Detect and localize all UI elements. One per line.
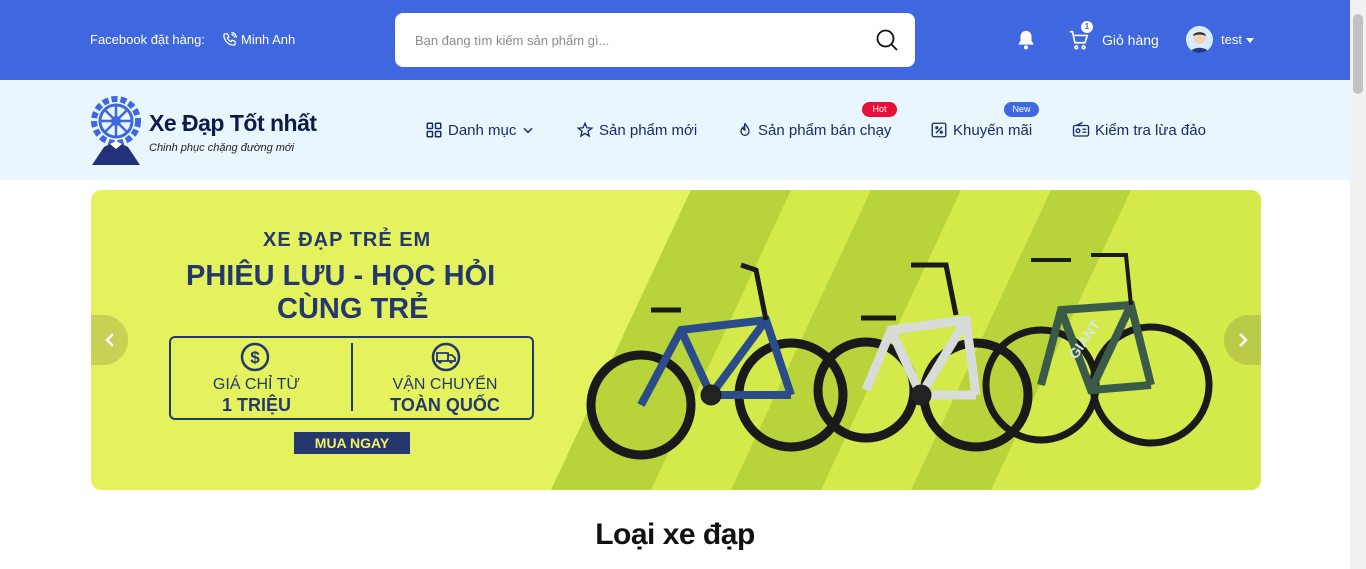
nav-label: Khuyến mãi	[953, 121, 1033, 139]
search-button[interactable]	[875, 28, 899, 52]
banner-divider	[351, 343, 353, 411]
nav-label: Kiểm tra lừa đảo	[1095, 121, 1206, 139]
chevron-down-icon[interactable]	[1246, 38, 1254, 43]
price-label: GIÁ CHỈ TỪ	[212, 376, 301, 393]
nav-label: Danh mục	[448, 121, 517, 139]
gear-logo-icon	[91, 96, 141, 165]
banner-title-line1: PHIÊU LƯU - HỌC HỎI	[186, 260, 496, 292]
banner-title-line2: CÙNG TRẺ	[277, 293, 429, 325]
grid-icon	[426, 122, 442, 138]
shipping-label: VẬN CHUYỂN	[392, 376, 498, 393]
nav-item-new-products[interactable]: Sản phẩm mới	[576, 121, 697, 139]
search-icon	[876, 29, 898, 51]
price-value: 1 TRIỆU	[221, 395, 291, 415]
facebook-contact-link[interactable]: Minh Anh	[222, 32, 295, 47]
facebook-contact-name: Minh Anh	[241, 32, 296, 47]
banner-subtitle: XE ĐẠP TRẺ EM	[263, 229, 432, 251]
cart-link[interactable]: Giỏ hàng	[1102, 32, 1159, 48]
chevron-down-icon	[523, 127, 533, 134]
flame-icon	[740, 123, 750, 136]
chevron-left-icon	[104, 333, 114, 347]
new-badge: New	[1004, 102, 1039, 117]
nav-item-promotions[interactable]: Khuyến mãi	[930, 121, 1032, 139]
buy-now-button[interactable]: MUA NGAY	[294, 432, 410, 454]
discount-tag-icon	[931, 122, 947, 138]
search-box	[395, 13, 915, 67]
scrollbar-thumb[interactable]	[1353, 14, 1363, 94]
nav-label: Sản phẩm mới	[599, 121, 698, 139]
hot-badge: Hot	[862, 102, 897, 117]
avatar[interactable]	[1186, 26, 1213, 53]
dollar-icon: $	[240, 342, 270, 372]
brand-tagline: Chinh phục chặng đường mới	[149, 142, 295, 154]
facebook-order-label: Facebook đặt hàng:	[90, 32, 205, 47]
bell-icon	[1018, 30, 1034, 50]
cart-button[interactable]	[1068, 29, 1090, 56]
cart-count-badge: 1	[1081, 21, 1093, 33]
search-input[interactable]	[415, 30, 855, 50]
radio-check-icon	[1072, 121, 1090, 137]
svg-text:$: $	[250, 348, 260, 367]
phone-icon	[223, 32, 237, 46]
nav-item-categories[interactable]: Danh mục	[425, 121, 535, 139]
shipping-value: TOÀN QUỐC	[390, 395, 500, 415]
chevron-right-icon	[1238, 333, 1248, 347]
username[interactable]: test	[1221, 32, 1242, 47]
brand-title[interactable]: Xe Đạp Tốt nhất	[149, 110, 317, 137]
nav-item-best-sellers[interactable]: Sản phẩm bán chạy	[737, 121, 891, 139]
star-sparkle-icon	[576, 121, 594, 138]
logo[interactable]	[90, 95, 142, 172]
delivery-truck-icon	[431, 342, 461, 372]
user-avatar-icon	[1186, 26, 1213, 53]
section-title: Loại xe đạp	[595, 518, 755, 551]
nav-item-scam-check[interactable]: Kiểm tra lừa đảo	[1072, 121, 1206, 139]
notification-button[interactable]	[1015, 29, 1037, 56]
nav-label: Sản phẩm bán chạy	[758, 121, 892, 139]
